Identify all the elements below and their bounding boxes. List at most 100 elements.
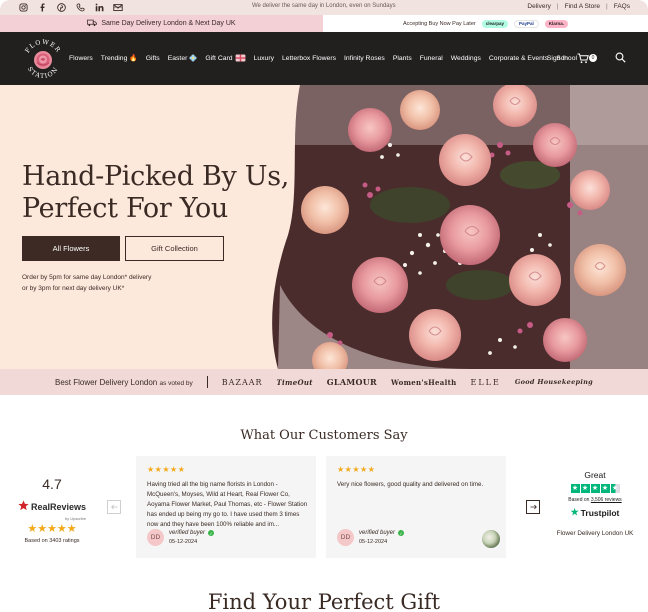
reviewer-avatar: DD [337,529,354,546]
gift-collection-button[interactable]: Gift Collection [125,236,224,261]
reviewer-avatar: DD [147,529,164,546]
verified-buyer-label: verified buyer ✓ [359,530,405,536]
real-reviews-summary[interactable]: 4.7 RealReviews by Upscribe ★★★★★ Based … [14,476,90,544]
separator: | [606,3,608,10]
nav-item-funeral[interactable]: Funeral [420,54,443,62]
trustpilot-star-icon: ★ [580,484,590,493]
nav-actions: Sign In 0 [547,52,626,65]
reviews-section-title: What Our Customers Say [240,428,408,443]
reviews-prev-button[interactable] [107,500,121,514]
pinterest-icon[interactable] [56,2,66,12]
press-bar: Best Flower Delivery London as voted by … [0,369,648,395]
trustpilot-review-count-link[interactable]: 3,506 reviews [591,497,622,503]
utility-links: Delivery | Find A Store | FAQs [527,3,630,10]
hero-banner: Hand-Picked By Us, Perfect For You All F… [0,85,648,369]
nav-item-trending[interactable]: Trending 🔥 [101,54,138,62]
trustpilot-review-count: Based on 3,506 reviews [548,497,642,503]
flower-emoji-icon [189,54,197,62]
top-utility-bar: We deliver the same day in London, even … [0,0,648,15]
separator: | [556,3,559,10]
linkedin-icon[interactable] [94,2,104,12]
nav-item-easter[interactable]: Easter [168,54,198,62]
trustpilot-star-icon: ★ [570,484,580,493]
good-housekeeping-logo: Good Housekeeping [514,378,593,386]
faqs-link[interactable]: FAQs [614,3,630,10]
gift-card-icon [235,54,246,62]
delivery-link[interactable]: Delivery [527,3,550,10]
delivery-promo-text: Same Day Delivery London & Next Day UK [101,20,236,27]
all-flowers-button[interactable]: All Flowers [22,236,120,261]
womens-health-logo: Women'sHealth [391,377,457,387]
review-card[interactable]: ★★★★★ Very nice flowers, good quality an… [326,456,506,558]
promo-bar: Same Day Delivery London & Next Day UK A… [0,15,648,32]
real-reviews-star-icon [18,498,29,516]
rating-stars: ★★★★★ [27,523,77,535]
hero-title-line2: Perfect For You [22,193,228,224]
phone-icon[interactable] [75,2,85,12]
review-stars: ★★★★★ [147,465,186,474]
find-gift-section-title: Find Your Perfect Gift [207,590,441,612]
trustpilot-stars: ★ ★ ★ ★ ★ [548,484,642,493]
search-icon[interactable] [615,52,626,65]
delivery-cutoff-note: Order by 5pm for same day London* delive… [22,273,202,294]
instagram-icon[interactable] [18,2,28,12]
nav-item-easter-label: Easter [167,54,188,62]
main-nav: FLOWER STATION Flowers Trending 🔥 Gifts … [0,32,648,85]
clearpay-badge: clearpay [481,19,508,28]
nav-item-infinity-roses[interactable]: Infinity Roses [344,54,385,62]
bnpl-promo: Accepting Buy Now Pay Later clearpay Pay… [323,15,648,32]
glamour-logo: GLAMOUR [326,377,378,387]
trustpilot-half-star-icon: ★ [610,484,620,493]
nav-menu: Flowers Trending 🔥 Gifts Easter Gift Car… [69,54,577,62]
hero-bouquet-image[interactable] [270,85,648,369]
delivery-note-line2: or by 3pm for next day delivery UK* [22,284,125,292]
trustpilot-widget[interactable]: Great ★ ★ ★ ★ ★ Based on 3,506 reviews ★… [548,470,642,537]
verified-buyer-text: verified buyer [359,530,396,536]
review-card[interactable]: ★★★★★ Having tried all the big name flor… [136,456,316,558]
nav-item-corporate-events[interactable]: Corporate & Events [489,54,548,62]
nav-item-luxury[interactable]: Luxury [254,54,274,62]
delivery-promo[interactable]: Same Day Delivery London & Next Day UK [0,15,323,32]
hero-title-line1: Hand-Picked By Us, [22,161,290,192]
verified-check-icon: ✓ [208,530,215,536]
nav-item-gifts[interactable]: Gifts [146,54,160,62]
best-flower-delivery-text: Best Flower Delivery London [54,377,158,387]
nav-item-gift-card-label: Gift Card [205,54,233,62]
nav-item-letterbox-flowers[interactable]: Letterbox Flowers [282,54,336,62]
verified-check-icon: ✓ [398,530,405,536]
hero-title: Hand-Picked By Us, Perfect For You [22,161,289,225]
review-date: 05-12-2024 [169,539,198,545]
flower-station-logo[interactable]: FLOWER STATION [18,35,68,85]
email-icon[interactable] [113,2,123,12]
cart-button[interactable]: 0 [577,53,597,64]
nav-item-weddings[interactable]: Weddings [451,54,481,62]
reviews-next-button[interactable] [526,500,540,514]
nav-item-plants[interactable]: Plants [393,54,412,62]
elle-logo: ELLE [470,377,501,387]
klarna-badge: Klarna. [544,19,569,28]
cart-icon [577,53,589,64]
nav-item-gift-card[interactable]: Gift Card [205,54,245,62]
timeout-logo: TimeOut [276,377,313,387]
bnpl-text: Accepting Buy Now Pay Later [402,20,476,27]
verified-buyer-text: verified buyer [169,530,206,536]
trustpilot-star-logo-icon: ★ [570,507,579,517]
verified-buyer-label: verified buyer ✓ [169,530,215,536]
average-score: 4.7 [42,476,62,492]
delivery-note-line1: Order by 5pm for same day London* delive… [22,274,152,281]
find-a-store-link[interactable]: Find A Store [565,3,600,10]
page: We deliver the same day in London, even … [0,0,648,612]
delivery-truck-icon [87,19,98,29]
review-photo-thumbnail[interactable] [482,530,500,548]
review-stars: ★★★★★ [337,465,376,474]
paypal-badge: PayPal [514,19,539,28]
delivery-announcement: We deliver the same day in London, even … [252,3,396,9]
real-reviews-name: RealReviews [30,502,87,512]
divider [206,376,208,388]
sign-in-link[interactable]: Sign In [547,55,568,62]
as-voted-by-text: as voted by [159,379,193,387]
facebook-icon[interactable] [37,2,47,12]
press-bar-label: Best Flower Delivery London as voted by [55,378,193,387]
arrow-right-icon [529,504,537,510]
nav-item-flowers[interactable]: Flowers [69,54,93,62]
